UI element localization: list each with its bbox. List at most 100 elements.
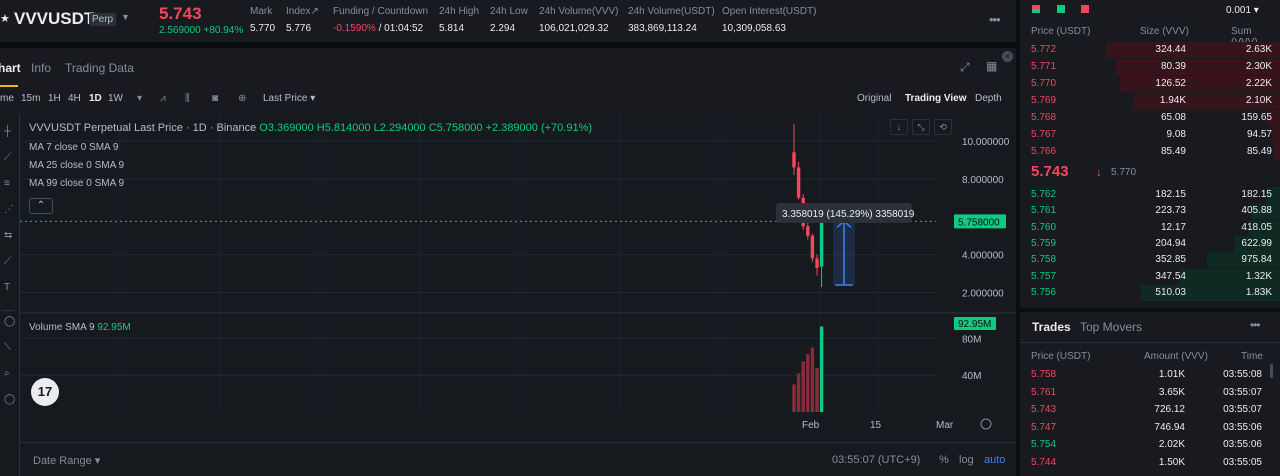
ma99-legend[interactable]: MA 99 close 0 SMA 9 — [29, 178, 124, 189]
crosshair-icon[interactable]: ┼ — [4, 126, 11, 137]
ticker-stat: 24h Volume(USDT) 383,869,113.24 — [628, 6, 715, 34]
volume-bar — [819, 326, 824, 412]
ask-row[interactable]: 5.767 9.08 94.57 — [1020, 127, 1280, 143]
camera-icon[interactable]: ◙ — [212, 93, 218, 104]
symbol-name[interactable]: VVVUSDT — [14, 9, 94, 29]
ask-row[interactable]: 5.770 126.52 2.22K — [1020, 76, 1280, 92]
add-icon[interactable]: ⊕ — [238, 93, 246, 104]
projection-icon[interactable]: ⇆ — [4, 230, 12, 241]
symbol-dropdown-icon[interactable]: ▼ — [121, 12, 130, 22]
ticker-stat: 24h Low 2.294 — [490, 6, 528, 34]
ask-price: 5.769 — [1031, 95, 1057, 106]
trend-line-icon[interactable]: ⟋ — [4, 152, 11, 163]
brush-icon[interactable]: ⟋ — [4, 256, 11, 267]
auto-toggle[interactable]: auto — [984, 454, 1005, 466]
bid-sum: 975.84 — [1241, 254, 1272, 266]
log-toggle[interactable]: log — [959, 454, 974, 466]
ask-row[interactable]: 5.768 65.08 159.65 — [1020, 110, 1280, 126]
candle-type-icon[interactable]: ⫼ — [185, 93, 190, 104]
current-price-label: 5.758000 — [958, 217, 1000, 228]
trade-time: 03:55:07 — [1223, 386, 1262, 398]
bid-row[interactable]: 5.760 12.17 418.05 — [1020, 219, 1280, 236]
magnet-icon[interactable]: ◯ — [4, 394, 15, 405]
ask-row[interactable]: 5.771 80.39 2.30K — [1020, 59, 1280, 75]
fit-icon[interactable]: ⤡ — [912, 119, 930, 135]
asks-view-icon[interactable] — [1081, 5, 1090, 13]
precision-select[interactable]: 0.001 ▾ — [1226, 5, 1259, 16]
bid-row[interactable]: 5.757 347.54 1.32K — [1020, 268, 1280, 285]
index-link-icon[interactable]: ↗ — [310, 6, 318, 17]
candle-body — [792, 152, 796, 168]
collapse-legend-button[interactable]: ⌃ — [29, 198, 53, 214]
price-type-select[interactable]: Last Price ▾ — [263, 93, 315, 104]
bid-row[interactable]: 5.756 510.03 1.83K — [1020, 284, 1280, 301]
interval-4h[interactable]: 4H — [68, 93, 81, 104]
indicators-icon[interactable]: ⩘ — [160, 93, 166, 104]
price-chart[interactable]: 3.358019 (145.29%) 3358019 10.000000 8.000… — [20, 114, 1016, 442]
both-sides-view-icon[interactable] — [1032, 5, 1040, 13]
ma7-legend[interactable]: MA 7 close 0 SMA 9 — [29, 142, 119, 153]
interval-15m[interactable]: 15m — [21, 93, 40, 104]
view-trading-view[interactable]: Trading View — [905, 93, 967, 104]
volume-legend: Volume SMA 9 92.95M — [29, 322, 131, 333]
legend-ohlc: O3.369000 H5.814000 L2.294000 C5.758000 … — [259, 122, 593, 134]
trade-amount: 1.01K — [1158, 369, 1185, 380]
percent-toggle[interactable]: % — [939, 454, 949, 466]
trades-more-icon[interactable]: ••• — [1250, 318, 1261, 332]
chart-area[interactable]: ┼ ⟋ ≡ ⋰ ⇆ ⟋ T ◯ ⟍ ⌕ ◯ 3.358019 (145.29%)… — [0, 114, 1016, 476]
legend-symbol-title: VVVUSDT Perpetual Last Price · 1D · Bina… — [29, 122, 257, 134]
interval-me[interactable]: me — [0, 93, 14, 104]
zoom-icon[interactable]: ⌕ — [4, 368, 10, 379]
reset-icon[interactable]: ⟲ — [934, 119, 952, 135]
pattern-icon[interactable]: ⋰ — [4, 204, 14, 215]
ask-price: 5.770 — [1031, 78, 1057, 89]
ask-row[interactable]: 5.772 324.44 2.63K — [1020, 42, 1280, 58]
volume-bar — [801, 361, 805, 412]
chart-time: 03:55:07 (UTC+9) — [832, 454, 921, 466]
interval-1h[interactable]: 1H — [48, 93, 61, 104]
ask-row[interactable]: 5.769 1.94K 2.10K — [1020, 93, 1280, 109]
interval-1w[interactable]: 1W — [108, 93, 123, 104]
trade-row: 5.743 726.12 03:55:07 — [1020, 404, 1280, 420]
ask-row[interactable]: 5.766 85.49 85.49 — [1020, 144, 1280, 160]
text-tool-icon[interactable]: T — [4, 282, 10, 293]
stat-value-text: 5.776 — [286, 23, 312, 34]
interval-1d[interactable]: 1D — [89, 93, 102, 104]
bid-price: 5.757 — [1031, 270, 1057, 282]
fib-icon[interactable]: ≡ — [4, 178, 10, 189]
tab-top-movers[interactable]: Top Movers — [1080, 320, 1142, 334]
ask-depth-bar — [1273, 144, 1280, 160]
tab-hart[interactable]: hart — [0, 61, 21, 75]
tab-info[interactable]: Info — [31, 61, 51, 75]
tab-trading-data[interactable]: Trading Data — [65, 61, 134, 75]
tab-trades[interactable]: Trades — [1032, 320, 1071, 334]
close-icon[interactable]: ✕ — [1002, 51, 1013, 62]
layout-grid-icon[interactable]: ▦ — [986, 59, 997, 73]
measure-icon[interactable]: ◯ — [4, 316, 15, 327]
contract-type-badge: Perp — [89, 13, 117, 26]
bid-price: 5.756 — [1031, 286, 1057, 298]
ma25-legend[interactable]: MA 25 close 0 SMA 9 — [29, 160, 124, 171]
ruler-icon[interactable]: ⟍ — [4, 342, 11, 353]
expand-icon[interactable]: ⤢ — [960, 60, 970, 75]
volume-tick-label: 40M — [962, 371, 981, 382]
bids-view-icon[interactable] — [1056, 5, 1065, 13]
view-original[interactable]: Original — [857, 93, 891, 104]
trades-divider — [1020, 342, 1280, 343]
date-range-select[interactable]: Date Range ▾ — [33, 454, 100, 467]
chart-settings-gear-icon[interactable] — [980, 418, 992, 430]
stat-value-text: 10,309,058.63 — [722, 23, 786, 34]
view-depth[interactable]: Depth — [975, 93, 1002, 104]
scroll-down-icon[interactable]: ↓ — [890, 119, 908, 135]
more-intervals-icon[interactable]: ▾ — [137, 93, 142, 104]
volume-bar — [792, 384, 796, 412]
bid-row[interactable]: 5.762 182.15 182.15 — [1020, 187, 1280, 203]
favorite-star-icon[interactable]: ★ — [0, 12, 10, 25]
volume-tick-label: 80M — [962, 334, 981, 345]
bid-row[interactable]: 5.759 204.94 622.99 — [1020, 235, 1280, 252]
more-options-icon[interactable]: ••• — [989, 12, 1001, 27]
measure-tooltip: 3.358019 (145.29%) 3358019 — [782, 209, 915, 220]
bid-row[interactable]: 5.758 352.85 975.84 — [1020, 252, 1280, 269]
bid-row[interactable]: 5.761 223.73 405.88 — [1020, 203, 1280, 220]
ask-sum: 159.65 — [1241, 112, 1272, 123]
